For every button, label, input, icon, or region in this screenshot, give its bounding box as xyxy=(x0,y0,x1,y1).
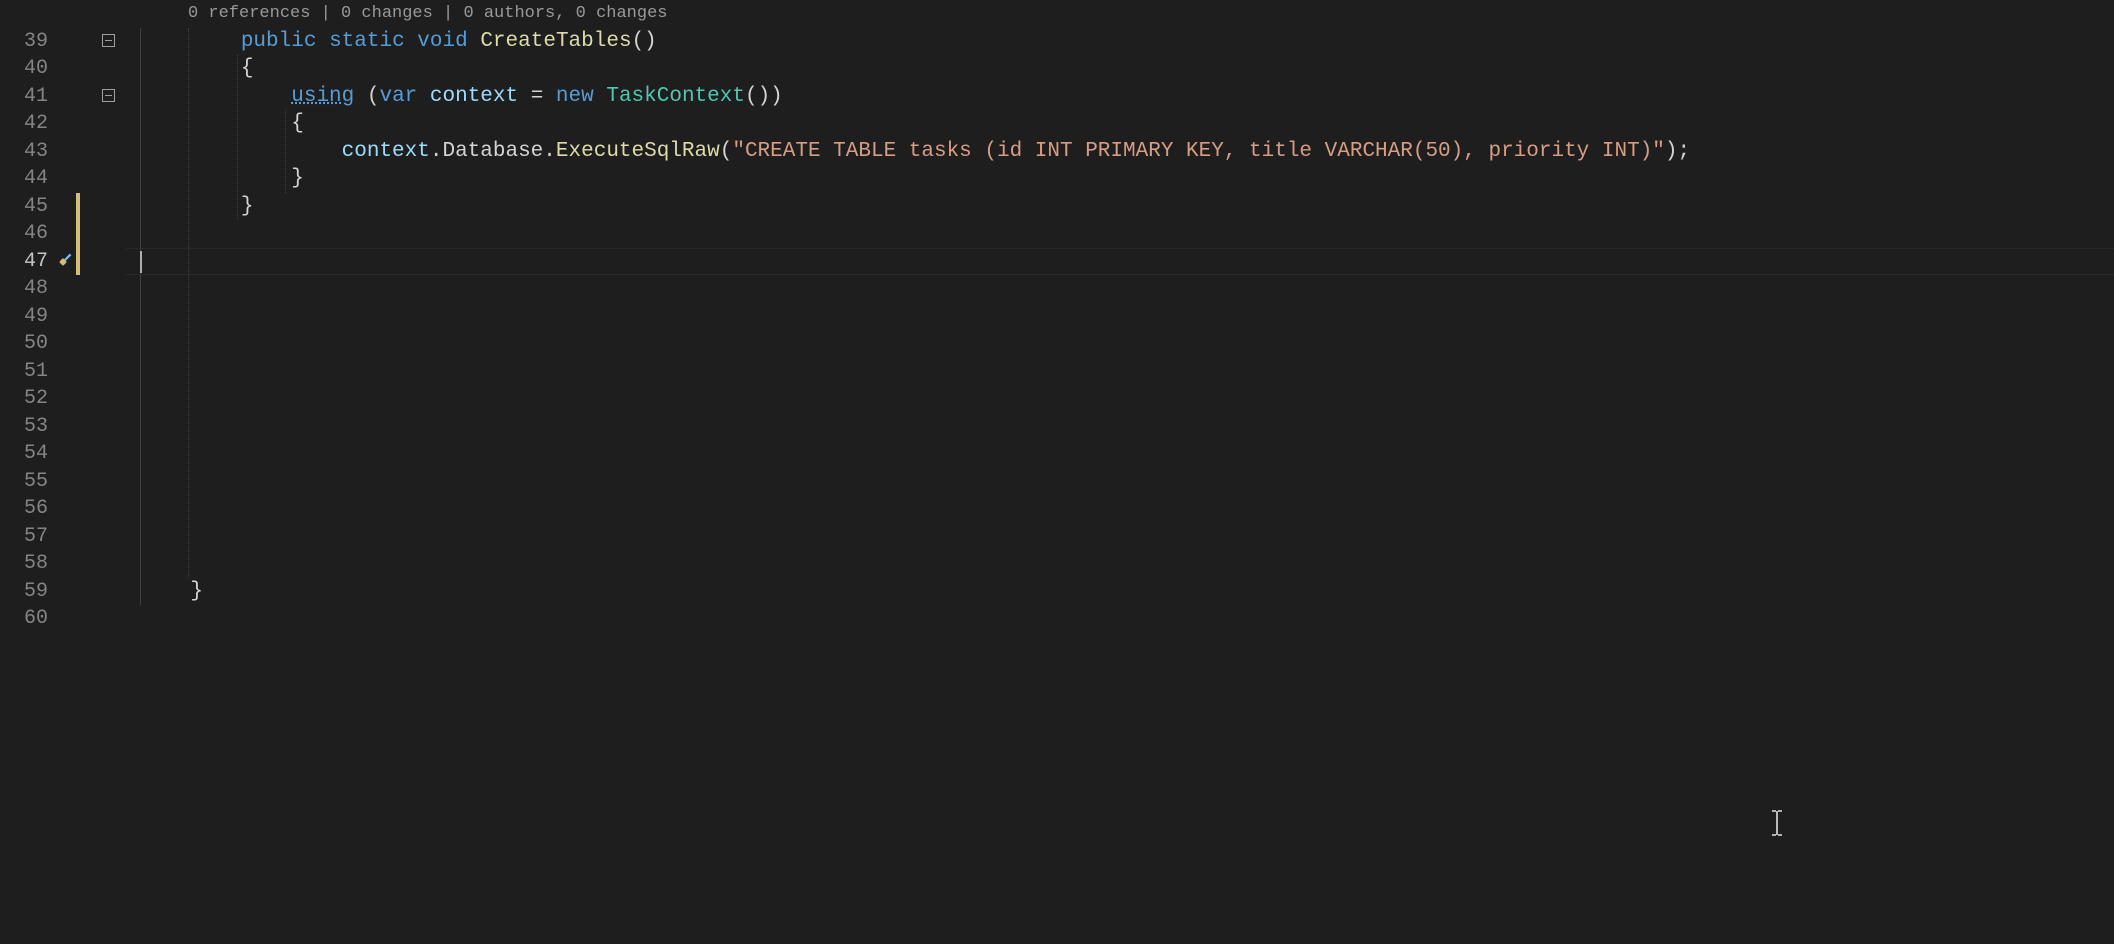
line-number: 39 xyxy=(0,28,54,56)
fold-toggle-icon[interactable] xyxy=(102,34,115,47)
line-number: 44 xyxy=(0,165,54,193)
fold-toggle-icon[interactable] xyxy=(102,89,115,102)
code-line[interactable] xyxy=(140,303,2114,331)
line-number: 54 xyxy=(0,440,54,468)
line-number: 57 xyxy=(0,523,54,551)
line-number: 49 xyxy=(0,303,54,331)
text-cursor xyxy=(140,251,142,273)
code-line[interactable] xyxy=(140,605,2114,633)
indent-guide xyxy=(188,28,189,578)
line-number: 42 xyxy=(0,110,54,138)
code-line[interactable] xyxy=(140,330,2114,358)
modified-indicator xyxy=(76,193,80,276)
line-number: 46 xyxy=(0,220,54,248)
line-number: 59 xyxy=(0,578,54,606)
code-line[interactable]: public static void CreateTables() xyxy=(140,28,2114,56)
code-area[interactable]: 0 references | 0 changes | 0 authors, 0 … xyxy=(126,0,2114,944)
codelens[interactable]: 0 references | 0 changes | 0 authors, 0 … xyxy=(140,0,2114,28)
line-number: 45 xyxy=(0,193,54,221)
line-number: 52 xyxy=(0,385,54,413)
line-number: 53 xyxy=(0,413,54,441)
indent-guide xyxy=(140,28,141,606)
line-number: 51 xyxy=(0,358,54,386)
indent-guide xyxy=(285,110,286,193)
code-line[interactable]: } xyxy=(140,578,2114,606)
fold-column xyxy=(54,0,126,944)
code-editor[interactable]: 3940414243444546474849505152535455565758… xyxy=(0,0,2114,944)
line-number: 40 xyxy=(0,55,54,83)
code-line[interactable]: { xyxy=(140,55,2114,83)
code-line[interactable]: { xyxy=(140,110,2114,138)
line-number-gutter: 3940414243444546474849505152535455565758… xyxy=(0,0,54,944)
code-line[interactable] xyxy=(140,220,2114,248)
indent-guide xyxy=(237,55,238,220)
code-line[interactable] xyxy=(140,385,2114,413)
code-line[interactable] xyxy=(140,550,2114,578)
code-line[interactable] xyxy=(140,523,2114,551)
line-number: 60 xyxy=(0,605,54,633)
line-number: 43 xyxy=(0,138,54,166)
code-line[interactable] xyxy=(140,275,2114,303)
line-number: 41 xyxy=(0,83,54,111)
code-line[interactable]: using (var context = new TaskContext()) xyxy=(140,83,2114,111)
line-number: 55 xyxy=(0,468,54,496)
line-number: 56 xyxy=(0,495,54,523)
line-number: 58 xyxy=(0,550,54,578)
code-line[interactable] xyxy=(140,413,2114,441)
code-line[interactable] xyxy=(140,440,2114,468)
code-line[interactable] xyxy=(140,495,2114,523)
line-number: 50 xyxy=(0,330,54,358)
line-number: 47 xyxy=(0,248,54,276)
code-line[interactable]: } xyxy=(140,193,2114,221)
code-line[interactable]: } xyxy=(140,165,2114,193)
line-number: 48 xyxy=(0,275,54,303)
code-line[interactable] xyxy=(140,468,2114,496)
code-line[interactable]: context.Database.ExecuteSqlRaw("CREATE T… xyxy=(140,138,2114,166)
code-line[interactable] xyxy=(140,358,2114,386)
code-line[interactable] xyxy=(140,248,2114,276)
